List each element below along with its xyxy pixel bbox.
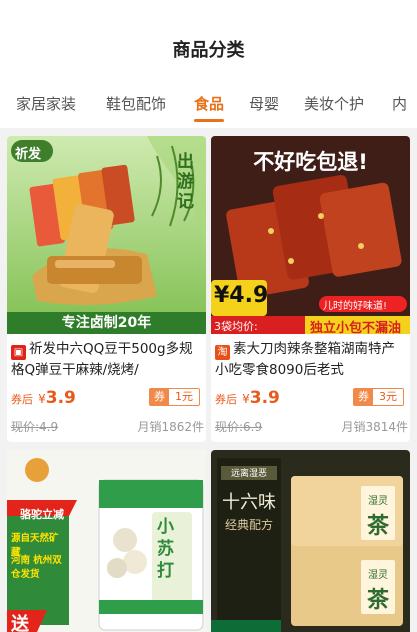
image-side-label: 骆驼立减: [20, 508, 64, 521]
product-card[interactable]: 祈发 出游记 专注卤制20年 ▣ 祈发中六QQ豆干500g多规格Q弹豆干麻辣/烧烤…: [7, 136, 206, 442]
meta-row: 现价:6.9 月销3814件: [215, 418, 408, 435]
tab-mother-baby[interactable]: 母婴: [249, 93, 279, 114]
image-headline: 十六味: [222, 492, 276, 513]
monthly-sales: 月销3814件: [341, 420, 408, 434]
coupon-label: 券: [150, 389, 169, 405]
tab-underwear[interactable]: 内: [392, 93, 407, 114]
tab-beauty[interactable]: 美妆个护: [304, 93, 364, 114]
taobao-icon: 淘: [215, 345, 230, 360]
coupon-value: 1元: [175, 390, 193, 403]
price-value: 3.9: [45, 388, 76, 408]
monthly-sales: 月销1862件: [137, 420, 204, 434]
image-headline: 不好吃包退!: [253, 150, 368, 174]
price-label: 券后: [11, 393, 33, 406]
product-title[interactable]: ▣ 祈发中六QQ豆干500g多规格Q弹豆干麻辣/烧烤/: [11, 339, 204, 379]
product-card[interactable]: 骆驼立减 源自天然矿藏 河南 杭州双仓发货 小苏打 送: [7, 450, 206, 632]
product-image[interactable]: 远离湿恶 十六味 经典配方 湿灵 茶 湿灵 茶: [211, 450, 410, 632]
currency-symbol: ¥: [242, 392, 250, 406]
price-row: 券后 ¥3.9 券 3元: [215, 388, 408, 408]
product-image[interactable]: 骆驼立减 源自天然矿藏 河南 杭州双仓发货 小苏打 送: [7, 450, 206, 632]
image-pack-note: 独立小包不漏油: [310, 321, 402, 334]
price-label: 券后: [215, 393, 237, 406]
active-tab-indicator: [194, 119, 224, 122]
image-side-line-2: 河南 杭州双仓发货: [11, 555, 62, 580]
image-box-text-2: 湿灵: [368, 570, 388, 581]
category-tab-bar[interactable]: 家居家装 鞋包配饰 食品 母婴 美妆个护 内: [0, 76, 417, 128]
coupon-badge[interactable]: 券 3元: [353, 388, 404, 406]
page-title: 商品分类: [172, 40, 245, 61]
meta-row: 现价:4.9 月销1862件: [11, 418, 204, 435]
image-slogan: 专注卤制20年: [61, 315, 152, 331]
coupon-label: 券: [354, 389, 373, 405]
product-image[interactable]: 祈发 出游记 专注卤制20年: [7, 136, 206, 334]
image-box-big-text: 茶: [366, 514, 389, 539]
image-top-label: 远离湿恶: [230, 469, 267, 479]
product-title[interactable]: 淘素大刀肉辣条整箱湖南特产小吃零食8090后老式: [215, 339, 408, 379]
image-product-name: 小苏打: [157, 517, 174, 581]
coupon-badge[interactable]: 券 1元: [149, 388, 200, 406]
tab-home-furnishing[interactable]: 家居家装: [16, 93, 76, 114]
price-value: 3.9: [249, 388, 280, 408]
image-caption: 出游记: [177, 152, 194, 212]
original-price: 现价:6.9: [215, 420, 263, 434]
product-card[interactable]: 远离湿恶 十六味 经典配方 湿灵 茶 湿灵 茶: [211, 450, 410, 632]
image-box-big-text-2: 茶: [366, 588, 389, 613]
product-image[interactable]: 不好吃包退! ¥4.9 儿时的好味道! 3袋均价: 独立小包不漏油: [211, 136, 410, 334]
tab-food[interactable]: 食品: [194, 93, 224, 114]
image-price-tag: ¥4.9: [214, 283, 269, 308]
price-row: 券后 ¥3.9 券 1元: [11, 388, 204, 408]
image-box-text: 湿灵: [368, 496, 388, 507]
image-subtitle: 经典配方: [224, 518, 273, 532]
image-price-note: 3袋均价:: [214, 320, 258, 333]
image-kid-note: 儿时的好味道!: [323, 301, 388, 312]
brand-logo: 祈发: [15, 147, 42, 162]
image-corner-badge: 送: [11, 614, 29, 632]
original-price: 现价:4.9: [11, 420, 59, 434]
product-card[interactable]: 不好吃包退! ¥4.9 儿时的好味道! 3袋均价: 独立小包不漏油 淘素大刀肉辣…: [211, 136, 410, 442]
currency-symbol: ¥: [38, 392, 46, 406]
page-header: 商品分类: [0, 0, 417, 76]
coupon-value: 3元: [379, 390, 397, 403]
tab-shoes-bags[interactable]: 鞋包配饰: [106, 93, 166, 114]
tmall-icon: ▣: [11, 345, 26, 360]
